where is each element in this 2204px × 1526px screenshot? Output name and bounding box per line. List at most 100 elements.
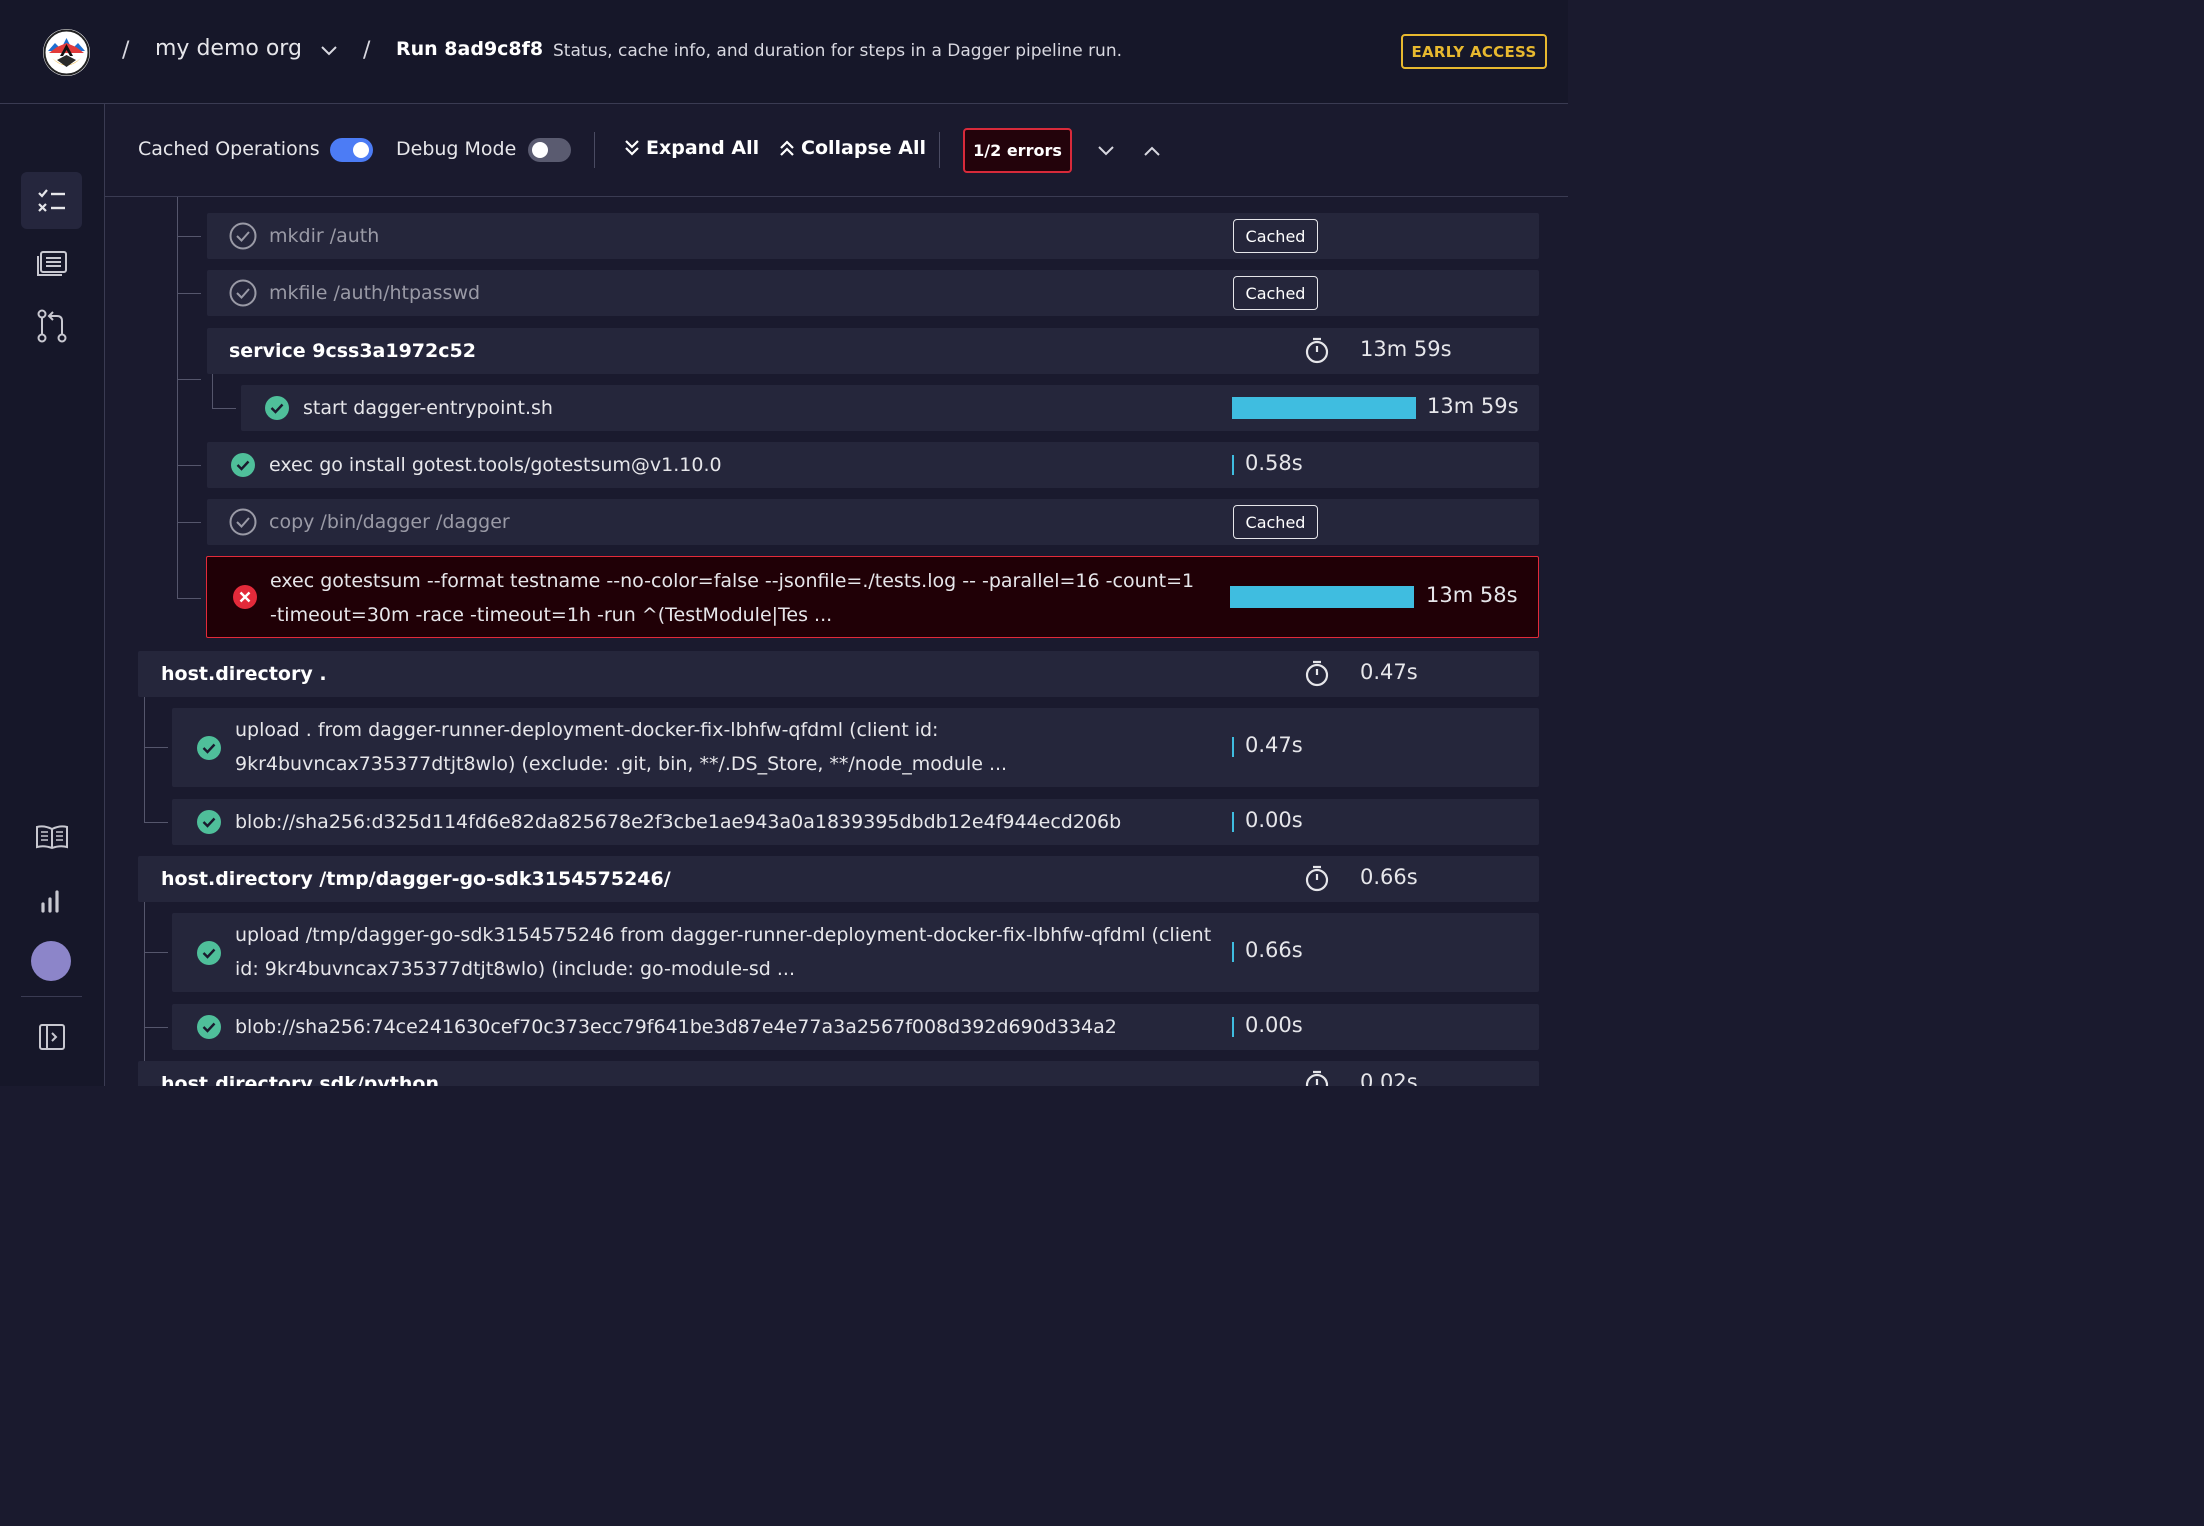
step-row[interactable]: start dagger-entrypoint.sh 13m 59s xyxy=(241,385,1539,431)
step-label: mkfile /auth/htpasswd xyxy=(269,282,481,304)
tree-line xyxy=(212,374,213,408)
sidebar-toggle[interactable] xyxy=(21,1008,82,1065)
chevrons-up-icon xyxy=(780,140,794,156)
step-label: blob://sha256:d325d114fd6e82da825678e2f3… xyxy=(235,811,1122,833)
panel-expand-icon xyxy=(38,1023,65,1050)
org-name[interactable]: my demo org xyxy=(155,36,302,61)
early-access-badge[interactable]: EARLY ACCESS xyxy=(1401,34,1547,69)
stopwatch-icon xyxy=(1305,660,1329,687)
run-description: Status, cache info, and duration for ste… xyxy=(553,41,1123,61)
tree-line xyxy=(177,236,201,237)
stopwatch-icon xyxy=(1305,865,1329,892)
step-row[interactable]: copy /bin/dagger /dagger Cached xyxy=(207,499,1539,545)
step-duration: 0.66s xyxy=(1245,938,1303,962)
group-label: host.directory sdk/python xyxy=(161,1073,439,1086)
duration-bar xyxy=(1232,942,1234,962)
expand-all-button[interactable]: Expand All xyxy=(624,137,759,159)
book-icon xyxy=(35,824,68,849)
group-row[interactable]: host.directory sdk/python 0.02s xyxy=(138,1061,1539,1086)
tree-line xyxy=(144,902,145,1086)
duration-bar xyxy=(1232,397,1416,419)
stopwatch-icon xyxy=(1305,337,1329,364)
step-row[interactable]: mkfile /auth/htpasswd Cached xyxy=(207,270,1539,316)
step-row[interactable]: exec go install gotest.tools/gotestsum@v… xyxy=(207,442,1539,488)
step-row[interactable]: blob://sha256:d325d114fd6e82da825678e2f3… xyxy=(172,799,1539,845)
step-label: exec go install gotest.tools/gotestsum@v… xyxy=(269,454,722,476)
step-row[interactable]: blob://sha256:74ce241630cef70c373ecc79f6… xyxy=(172,1004,1539,1050)
sidebar-item-changes[interactable] xyxy=(21,297,82,354)
chevron-up-icon xyxy=(1144,146,1160,156)
tree-line xyxy=(177,598,201,599)
step-label: upload /tmp/dagger-go-sdk3154575246 from… xyxy=(235,924,1212,980)
step-label: mkdir /auth xyxy=(269,225,380,247)
step-label: upload . from dagger-runner-deployment-d… xyxy=(235,719,1008,775)
step-duration: 13m 59s xyxy=(1360,337,1452,361)
step-row[interactable]: upload /tmp/dagger-go-sdk3154575246 from… xyxy=(172,913,1539,992)
tree-line xyxy=(144,822,168,823)
step-duration: 13m 58s xyxy=(1426,583,1518,607)
breadcrumb-separator: / xyxy=(122,38,130,63)
step-duration: 0.02s xyxy=(1360,1070,1418,1086)
tree-line xyxy=(177,197,178,599)
dagger-logo[interactable] xyxy=(43,29,90,76)
top-bar: / my demo org / Run 8ad9c8f8 Status, cac… xyxy=(0,0,1568,104)
tree-line xyxy=(177,465,201,466)
breadcrumb-separator: / xyxy=(363,38,371,63)
debug-mode-toggle[interactable] xyxy=(528,138,571,162)
sidebar-item-runs[interactable] xyxy=(21,172,82,229)
success-check-icon xyxy=(197,810,221,834)
step-tree: mkdir /auth Cached mkfile /auth/htpasswd… xyxy=(105,197,1568,1086)
group-row[interactable]: service 9css3a1972c52 13m 59s xyxy=(207,328,1539,374)
duration-bar xyxy=(1232,1017,1234,1037)
step-duration: 0.47s xyxy=(1245,733,1303,757)
cached-badge: Cached xyxy=(1233,219,1318,253)
bar-chart-icon xyxy=(40,889,59,913)
step-duration: 0.58s xyxy=(1245,451,1303,475)
sidebar-item-logs[interactable] xyxy=(21,235,82,292)
tree-line xyxy=(144,697,145,823)
duration-bar xyxy=(1232,737,1234,757)
duration-bar xyxy=(1232,812,1234,832)
success-check-icon xyxy=(197,1015,221,1039)
cached-badge: Cached xyxy=(1233,276,1318,310)
step-label: copy /bin/dagger /dagger xyxy=(269,511,510,533)
next-error-button[interactable] xyxy=(1097,142,1115,161)
group-label: service 9css3a1972c52 xyxy=(229,340,476,362)
toolbar-divider xyxy=(939,132,940,168)
success-check-icon xyxy=(265,396,289,420)
chevron-down-icon xyxy=(1098,146,1114,156)
collapse-all-button[interactable]: Collapse All xyxy=(779,137,926,159)
expand-all-label: Expand All xyxy=(646,137,760,159)
sidebar-item-docs[interactable] xyxy=(21,808,82,865)
group-label: host.directory . xyxy=(161,663,327,685)
tree-line xyxy=(144,1027,168,1028)
git-compare-icon xyxy=(37,309,66,342)
group-row[interactable]: host.directory . 0.47s xyxy=(138,651,1539,697)
group-row[interactable]: host.directory /tmp/dagger-go-sdk3154575… xyxy=(138,856,1539,902)
step-row-error[interactable]: exec gotestsum --format testname --no-co… xyxy=(206,556,1539,638)
prev-error-button[interactable] xyxy=(1143,142,1161,161)
step-duration: 13m 59s xyxy=(1427,394,1519,418)
cached-operations-label: Cached Operations xyxy=(138,138,320,160)
success-check-icon xyxy=(197,941,221,965)
toolbar: Cached Operations Debug Mode Expand All … xyxy=(105,104,1568,197)
errors-button[interactable]: 1/2 errors xyxy=(963,128,1072,173)
sidebar-item-insights[interactable] xyxy=(21,871,82,928)
step-label: blob://sha256:74ce241630cef70c373ecc79f6… xyxy=(235,1016,1117,1038)
chevron-down-icon[interactable] xyxy=(320,42,338,61)
list-icon xyxy=(36,250,67,276)
duration-bar xyxy=(1230,586,1414,608)
cached-check-icon xyxy=(229,222,257,250)
group-label: host.directory /tmp/dagger-go-sdk3154575… xyxy=(161,868,671,890)
step-duration: 0.66s xyxy=(1360,865,1418,889)
tree-line xyxy=(177,522,201,523)
cached-check-icon xyxy=(229,279,257,307)
step-duration: 0.00s xyxy=(1245,808,1303,832)
step-row[interactable]: mkdir /auth Cached xyxy=(207,213,1539,259)
avatar[interactable] xyxy=(31,941,71,981)
cached-operations-toggle[interactable] xyxy=(330,138,373,162)
step-row[interactable]: upload . from dagger-runner-deployment-d… xyxy=(172,708,1539,787)
tree-line xyxy=(144,747,168,748)
tree-line xyxy=(177,293,201,294)
success-check-icon xyxy=(197,736,221,760)
